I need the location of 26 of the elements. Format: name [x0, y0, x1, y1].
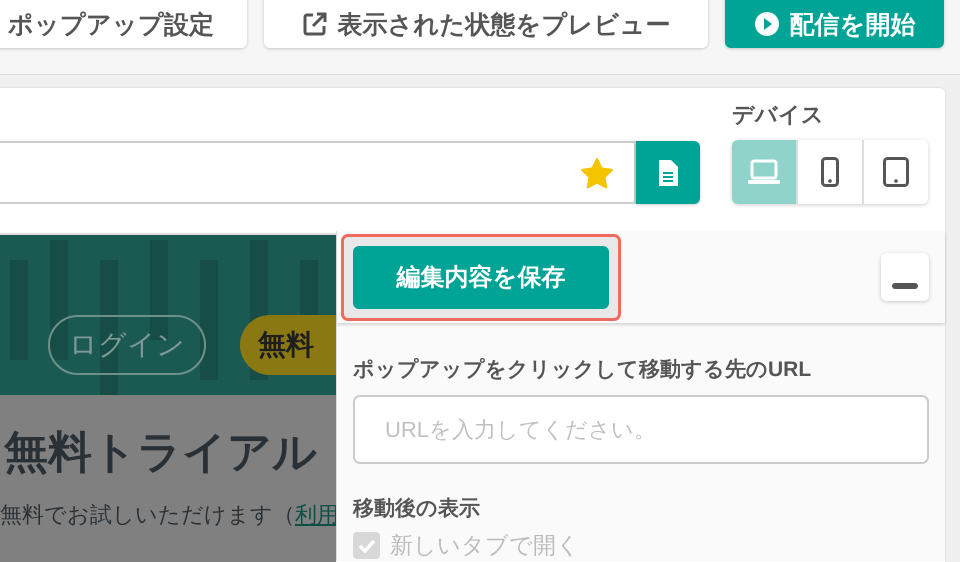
url-input[interactable]: URLを入力してください。: [353, 395, 929, 464]
minus-icon: [892, 283, 918, 289]
trial-button[interactable]: 無料: [240, 315, 336, 375]
tablet-icon: [883, 157, 909, 187]
check-icon: [358, 538, 376, 552]
after-move-label: 移動後の表示: [353, 496, 481, 522]
new-tab-label: 新しいタブで開く: [390, 531, 580, 560]
laptop-icon: [747, 159, 781, 185]
settings-button[interactable]: ポップアップ設定: [0, 0, 247, 48]
url-label: ポップアップをクリックして移動する先のURL: [353, 356, 812, 383]
play-circle-icon: [754, 11, 780, 37]
minimize-button[interactable]: [881, 253, 929, 301]
login-button[interactable]: ログイン: [48, 315, 206, 375]
external-link-icon: [302, 11, 328, 37]
tablet-view-button[interactable]: [862, 140, 928, 204]
document-icon: [657, 158, 679, 186]
star-icon[interactable]: [580, 156, 614, 188]
preview-button[interactable]: 表示された状態をプレビュー: [264, 0, 708, 48]
save-button[interactable]: 編集内容を保存: [353, 246, 609, 308]
document-button[interactable]: [636, 141, 700, 204]
phone-view-button[interactable]: [796, 140, 862, 204]
device-label: デバイス: [732, 101, 825, 129]
phone-icon: [821, 157, 839, 187]
preview-heading: 無料トライアル: [2, 427, 318, 479]
start-button[interactable]: 配信を開始: [725, 0, 944, 48]
url-field[interactable]: [0, 141, 636, 204]
